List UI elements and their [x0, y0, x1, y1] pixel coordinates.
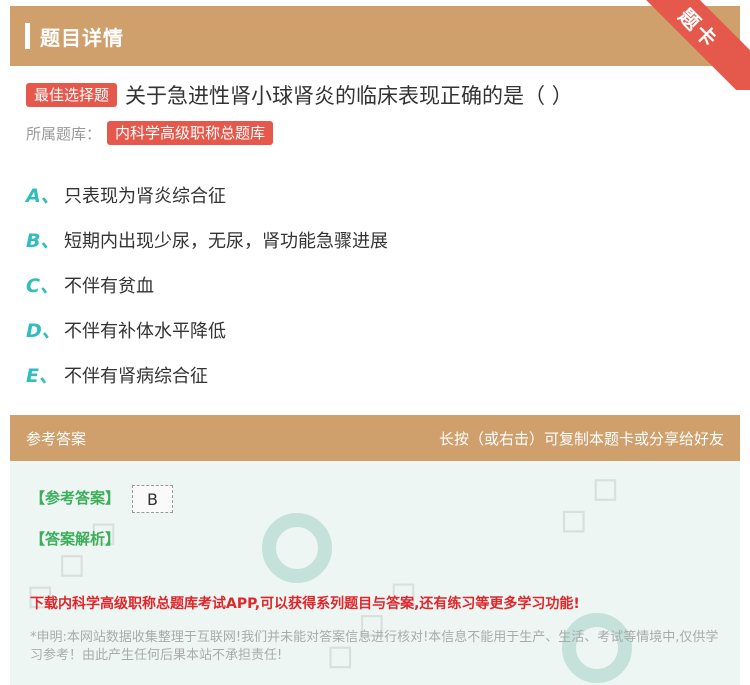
answer-header-hint: 长按（或右击）可复制本题卡或分享给好友	[438, 430, 724, 448]
corner-ribbon: 题卡	[640, 0, 750, 90]
answer-header-title: 参考答案	[26, 430, 87, 448]
question-type-tag: 最佳选择题	[26, 83, 118, 107]
option-text: 不伴有肾病综合征	[64, 365, 208, 387]
option-a[interactable]: A、 只表现为肾炎综合征	[26, 172, 388, 217]
answer-value: B	[132, 485, 173, 513]
corner-ribbon-wrap: 题卡	[640, 0, 750, 90]
explanation-label: 【答案解析】	[30, 530, 121, 548]
option-letter: A、	[26, 185, 60, 207]
page-title: 题目详情	[40, 26, 124, 50]
answer-body: ◇ ◇ ◇ ◇ ◇ ◇ ◇ ◇ 【参考答案】 B 【答案解析】 下载内科学高级职…	[10, 461, 740, 685]
download-app-link[interactable]: 下载内科学高级职称总题库考试APP,可以获得系列题目与答案,还有练习等更多学习功…	[30, 593, 580, 613]
answer-label: 【参考答案】	[30, 489, 121, 507]
option-letter: D、	[26, 320, 61, 342]
watermark-icon: ◇ ◇	[544, 461, 631, 547]
option-b[interactable]: B、 短期内出现少尿，无尿，肾功能急骤进展	[26, 217, 388, 262]
option-letter: B、	[26, 230, 60, 252]
question-row: 最佳选择题 关于急进性肾小球肾炎的临床表现正确的是（ ）	[26, 80, 573, 110]
option-text: 只表现为肾炎综合征	[64, 185, 226, 207]
watermark-logo-icon	[262, 513, 332, 583]
corner-ribbon-label: 题卡	[674, 3, 724, 53]
options-list: A、 只表现为肾炎综合征 B、 短期内出现少尿，无尿，肾功能急骤进展 C、 不伴…	[26, 172, 388, 397]
option-e[interactable]: E、 不伴有肾病综合征	[26, 352, 388, 397]
option-text: 短期内出现少尿，无尿，肾功能急骤进展	[64, 230, 388, 252]
answer-header: 参考答案 长按（或右击）可复制本题卡或分享给好友	[10, 415, 740, 461]
source-label: 所属题库：	[26, 124, 102, 143]
question-text: 关于急进性肾小球肾炎的临床表现正确的是（ ）	[125, 84, 573, 108]
option-letter: C、	[26, 275, 59, 297]
option-text: 不伴有补体水平降低	[64, 320, 226, 342]
option-letter: E、	[26, 365, 58, 387]
source-tag-link[interactable]: 内科学高级职称总题库	[107, 121, 274, 145]
disclaimer-text: *申明:本网站数据收集整理于互联网!我们并未能对答案信息进行核对!本信息不能用于…	[30, 630, 719, 663]
option-text: 不伴有贫血	[64, 275, 154, 297]
header-accent	[25, 23, 30, 49]
option-d[interactable]: D、 不伴有补体水平降低	[26, 307, 388, 352]
watermark-icon: ◇ ◇ ◇	[311, 565, 429, 683]
header-bar: 题目详情	[10, 6, 740, 66]
source-row: 所属题库： 内科学高级职称总题库	[26, 121, 274, 145]
option-c[interactable]: C、 不伴有贫血	[26, 262, 388, 307]
